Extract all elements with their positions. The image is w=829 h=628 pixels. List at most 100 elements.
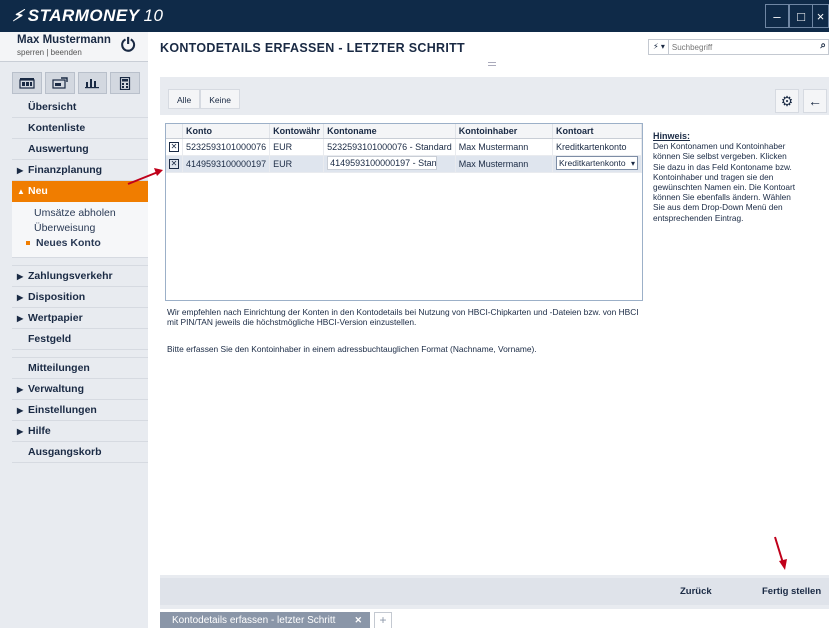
kontoart-selected: Kreditkartenkonto	[559, 157, 626, 168]
resize-grip[interactable]	[488, 62, 496, 66]
nav-item-zahlungsverkehr[interactable]: ▶ Zahlungsverkehr	[12, 266, 148, 287]
nav-item-mitteilungen[interactable]: Mitteilungen	[12, 358, 148, 379]
nav-item-einstellungen[interactable]: ▶ Einstellungen	[12, 400, 148, 421]
nav-label: Finanzplanung	[28, 164, 103, 176]
nav-item-finanzplanung[interactable]: ▶ Finanzplanung	[12, 160, 148, 181]
document-tab-bar: Kontodetails erfassen - letzter Schritt …	[160, 609, 829, 628]
user-actions[interactable]: sperren | beenden	[17, 48, 82, 57]
nav-item-neu[interactable]: ▲ Neu	[12, 181, 148, 202]
chevron-right-icon: ▶	[17, 166, 24, 175]
current-marker	[26, 241, 30, 246]
nav-item-disposition[interactable]: ▶ Disposition	[12, 287, 148, 308]
nav-subitem-ueberweisung[interactable]: Überweisung	[12, 221, 148, 236]
hint-box: Hinweis: Den Kontonamen und Kontoinhaber…	[653, 131, 798, 223]
cell-kontoart[interactable]: Kreditkartenkonto	[552, 138, 642, 156]
calculator-icon[interactable]	[110, 72, 140, 94]
nav-label: Festgeld	[28, 333, 72, 345]
row-checkbox[interactable]: ✕	[169, 159, 179, 169]
nav-item-festgeld[interactable]: Festgeld	[12, 329, 148, 350]
chevron-right-icon: ▶	[17, 385, 24, 394]
hint-text: Den Kontonamen und Kontoinhaber können S…	[653, 141, 796, 223]
search-scope-dropdown[interactable]: ⚡︎ ▾	[649, 40, 669, 54]
nav-submenu-neu: Umsätze abholen Überweisung Neues Konto	[12, 202, 148, 258]
minimize-button[interactable]: –	[765, 4, 789, 28]
selection-buttons: Alle Keine	[168, 89, 240, 109]
quick-toolbar	[12, 72, 140, 94]
search-box: ⚡︎ ▾ ⌕	[648, 39, 829, 55]
cell-kontoname[interactable]: 5232593101000076 - Standard	[323, 138, 456, 156]
nav-item-kontenliste[interactable]: Kontenliste	[12, 118, 148, 139]
minimize-icon: –	[773, 8, 781, 24]
starmoney-logo-icon: ⚡︎	[12, 8, 24, 25]
back-arrow-button[interactable]: ←	[803, 89, 827, 113]
nav-item-hilfe[interactable]: ▶ Hilfe	[12, 421, 148, 442]
finish-button[interactable]: Fertig stellen	[762, 586, 821, 597]
header-konto[interactable]: Konto	[182, 124, 271, 139]
nav-item-auswertung[interactable]: Auswertung	[12, 139, 148, 160]
hint-title: Hinweis:	[653, 131, 691, 141]
search-input[interactable]	[668, 40, 789, 54]
left-panel: Max Mustermann sperren | beenden ⏻ Übers…	[0, 32, 148, 628]
cell-inhaber[interactable]: Max Mustermann	[455, 138, 554, 156]
header-kontoart[interactable]: Kontoart	[552, 124, 642, 139]
row-checkbox[interactable]: ✕	[169, 142, 179, 152]
maximize-icon: □	[797, 8, 805, 24]
nav-spacer	[12, 350, 148, 358]
cell-kontoart: Kreditkartenkonto ▾	[552, 155, 642, 173]
transfer-icon[interactable]	[44, 72, 75, 94]
nav-label: Disposition	[28, 291, 86, 303]
nav-label: Wertpapier	[28, 312, 83, 324]
table-row[interactable]: ✕ 4149593100000197 EUR 4149593100000197 …	[166, 155, 642, 173]
header-kontoinhaber[interactable]: Kontoinhaber	[455, 124, 554, 139]
app-logo: ⚡︎ STARMONEY 10	[12, 6, 164, 26]
bank-icon[interactable]	[12, 72, 42, 94]
tab-kontodetails[interactable]: Kontodetails erfassen - letzter Schritt …	[160, 612, 370, 628]
work-area: Konto Kontowähr Kontoname Kontoinhaber K…	[160, 115, 829, 575]
chevron-right-icon: ▶	[17, 272, 24, 281]
search-icon[interactable]: ⌕	[820, 40, 826, 51]
nav-item-uebersicht[interactable]: Übersicht	[12, 97, 148, 118]
close-button[interactable]: ×	[812, 4, 829, 28]
power-icon[interactable]: ⏻	[121, 35, 135, 56]
nav-item-verwaltung[interactable]: ▶ Verwaltung	[12, 379, 148, 400]
nav-label: Mitteilungen	[28, 362, 90, 374]
inhaber-input[interactable]: Max Mustermann	[459, 159, 529, 169]
chevron-right-icon: ▶	[17, 427, 24, 436]
page-title: KONTODETAILS ERFASSEN - LETZTER SCHRITT	[160, 41, 465, 55]
kontoname-input[interactable]: 4149593100000197 - Standard	[327, 155, 438, 170]
settings-button[interactable]: ⚙	[775, 89, 799, 113]
maximize-button[interactable]: □	[789, 4, 813, 28]
cell-waehrung: EUR	[269, 155, 325, 173]
nav-subitem-umsaetze-abholen[interactable]: Umsätze abholen	[12, 206, 148, 221]
header-kontoname[interactable]: Kontoname	[323, 124, 456, 139]
nav-label: Übersicht	[28, 101, 77, 113]
select-none-button[interactable]: Keine	[200, 89, 240, 109]
kontoart-select[interactable]: Kreditkartenkonto ▾	[556, 155, 638, 170]
close-tab-icon[interactable]: ✕	[354, 612, 362, 628]
chart-icon[interactable]	[77, 72, 108, 94]
app-version: 10	[143, 6, 164, 25]
row-checkbox-cell: ✕	[166, 155, 183, 173]
nav-label: Auswertung	[28, 143, 89, 155]
action-bar: Zurück Fertig stellen	[160, 578, 829, 605]
table-row[interactable]: ✕ 5232593101000076 EUR 5232593101000076 …	[166, 138, 642, 156]
main-area: KONTODETAILS ERFASSEN - LETZTER SCHRITT …	[148, 32, 829, 628]
header-kontowaehrung[interactable]: Kontowähr	[269, 124, 325, 139]
nav-label: Neu	[28, 185, 48, 197]
row-checkbox-cell: ✕	[166, 138, 183, 156]
nav-label: Verwaltung	[28, 383, 85, 395]
tab-label: Kontodetails erfassen - letzter Schritt	[172, 615, 336, 626]
select-all-button[interactable]: Alle	[168, 89, 201, 109]
arrow-left-icon: ←	[808, 93, 822, 109]
back-button[interactable]: Zurück	[680, 586, 712, 597]
user-name: Max Mustermann	[17, 34, 111, 46]
nav-subitem-neues-konto[interactable]: Neues Konto	[12, 236, 148, 251]
owner-format-note: Bitte erfassen Sie den Kontoinhaber in e…	[167, 344, 537, 354]
content-area: Alle Keine ⚙ ← Konto Kontowähr Kontoname…	[160, 77, 829, 628]
nav-item-ausgangskorb[interactable]: Ausgangskorb	[12, 442, 148, 463]
chevron-right-icon: ▶	[17, 314, 24, 323]
nav-item-wertpapier[interactable]: ▶ Wertpapier	[12, 308, 148, 329]
app-brand: STARMONEY	[27, 6, 140, 25]
user-box: Max Mustermann sperren | beenden ⏻	[0, 32, 148, 62]
new-tab-button[interactable]: +	[374, 612, 392, 628]
